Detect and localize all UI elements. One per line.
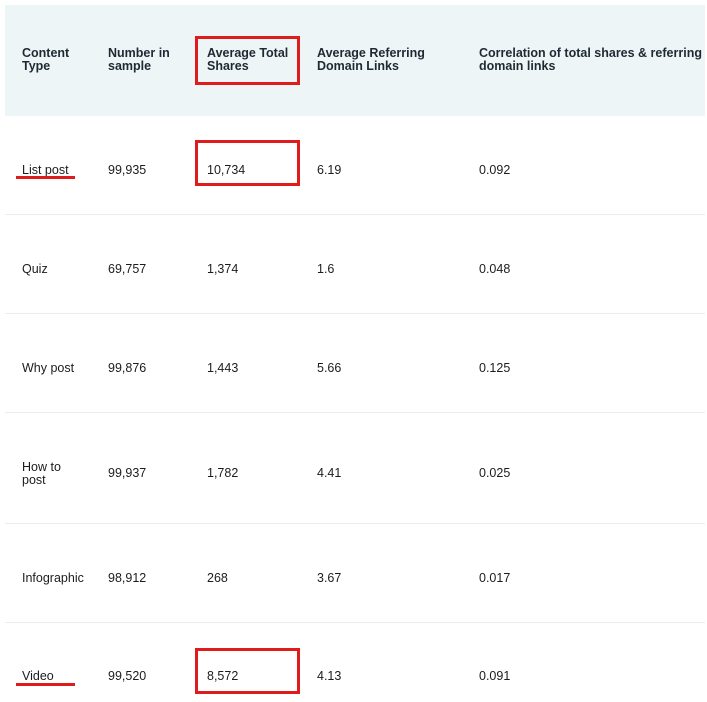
cell-content-type: Quiz	[22, 262, 48, 276]
table-row: How to post 99,937 1,782 4.41 0.025	[5, 413, 705, 524]
cell-average-referring-domain-links: 1.6	[317, 262, 335, 276]
cell-correlation: 0.092	[479, 163, 511, 177]
cell-number-in-sample: 99,876	[108, 361, 147, 375]
header-content-type: Content Type	[22, 46, 70, 73]
cell-average-referring-domain-links: 5.66	[317, 361, 342, 375]
cell-content-type: Infographic	[22, 571, 84, 585]
cell-average-referring-domain-links: 6.19	[317, 163, 342, 177]
table-row: Quiz 69,757 1,374 1.6 0.048	[5, 215, 705, 314]
cell-number-in-sample: 69,757	[108, 262, 147, 276]
highlight-box-video-shares	[195, 648, 300, 694]
underline-video	[16, 683, 75, 686]
cell-correlation: 0.091	[479, 669, 511, 683]
cell-number-in-sample: 98,912	[108, 571, 147, 585]
cell-content-type: How to post	[22, 460, 61, 487]
cell-average-referring-domain-links: 3.67	[317, 571, 342, 585]
table-row: Video 99,520 8,572 4.13 0.091	[5, 623, 705, 702]
header-correlation: Correlation of total shares & referring …	[479, 46, 702, 73]
highlight-box-header-shares	[195, 36, 300, 85]
table-row: List post 99,935 10,734 6.19 0.092	[5, 116, 705, 215]
cell-content-type: Video	[22, 669, 54, 683]
header-average-referring-domain-links: Average Referring Domain Links	[317, 46, 425, 73]
highlight-box-list-post-shares	[195, 140, 300, 186]
cell-correlation: 0.025	[479, 466, 511, 480]
cell-content-type: Why post	[22, 361, 75, 375]
cell-number-in-sample: 99,937	[108, 466, 147, 480]
underline-list-post	[16, 176, 75, 179]
cell-average-total-shares: 1,782	[207, 466, 239, 480]
cell-average-referring-domain-links: 4.41	[317, 466, 342, 480]
table-row: Infographic 98,912 268 3.67 0.017	[5, 524, 705, 623]
cell-average-referring-domain-links: 4.13	[317, 669, 342, 683]
cell-correlation: 0.017	[479, 571, 511, 585]
cell-content-type: List post	[22, 163, 69, 177]
cell-number-in-sample: 99,935	[108, 163, 147, 177]
table-row: Why post 99,876 1,443 5.66 0.125	[5, 314, 705, 413]
cell-average-total-shares: 268	[207, 571, 228, 585]
table-header: Content Type Number in sample Average To…	[5, 5, 705, 116]
cell-correlation: 0.125	[479, 361, 511, 375]
header-number-in-sample: Number in sample	[108, 46, 170, 73]
cell-correlation: 0.048	[479, 262, 511, 276]
cell-average-total-shares: 1,374	[207, 262, 239, 276]
cell-average-total-shares: 1,443	[207, 361, 239, 375]
cell-number-in-sample: 99,520	[108, 669, 147, 683]
